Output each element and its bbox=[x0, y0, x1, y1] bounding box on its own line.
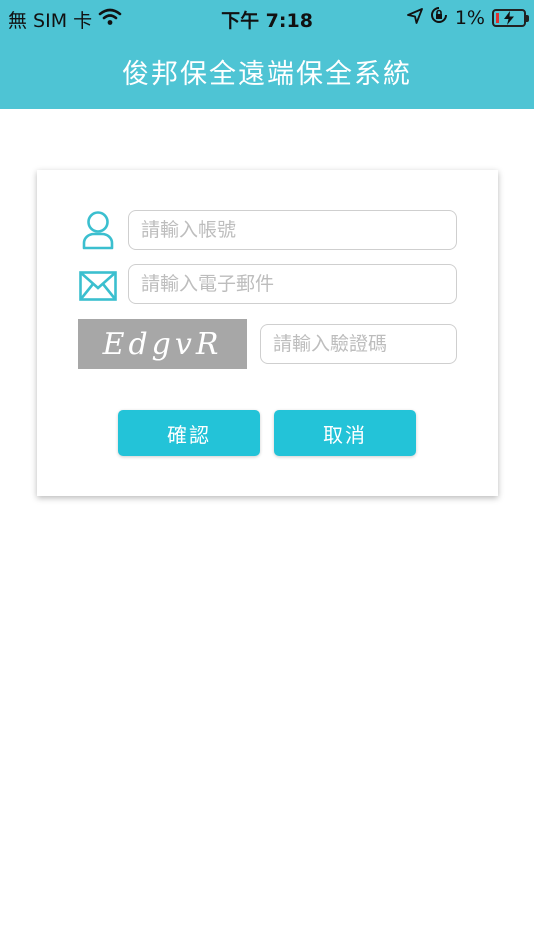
orientation-lock-icon bbox=[430, 6, 448, 29]
battery-charging-icon bbox=[492, 8, 529, 27]
confirm-button[interactable]: 確認 bbox=[118, 410, 260, 456]
app-header: 無 SIM 卡 下午 7:18 1% 俊邦保全遠端保全系統 bbox=[0, 0, 534, 109]
login-card: EdgvR 確認 取消 bbox=[37, 170, 498, 496]
status-right: 1% bbox=[406, 6, 529, 29]
status-bar: 無 SIM 卡 下午 7:18 1% bbox=[0, 0, 534, 36]
email-input[interactable] bbox=[128, 264, 457, 304]
battery-percent: 1% bbox=[454, 6, 485, 29]
captcha-text: EdgvR bbox=[102, 326, 223, 362]
page-title: 俊邦保全遠端保全系統 bbox=[122, 59, 412, 90]
cancel-button[interactable]: 取消 bbox=[274, 410, 416, 456]
location-arrow-icon bbox=[406, 7, 423, 29]
captcha-input[interactable] bbox=[260, 324, 457, 364]
envelope-icon bbox=[79, 269, 117, 303]
account-input[interactable] bbox=[128, 210, 457, 250]
user-icon bbox=[79, 210, 117, 250]
captcha-image[interactable]: EdgvR bbox=[78, 319, 247, 369]
